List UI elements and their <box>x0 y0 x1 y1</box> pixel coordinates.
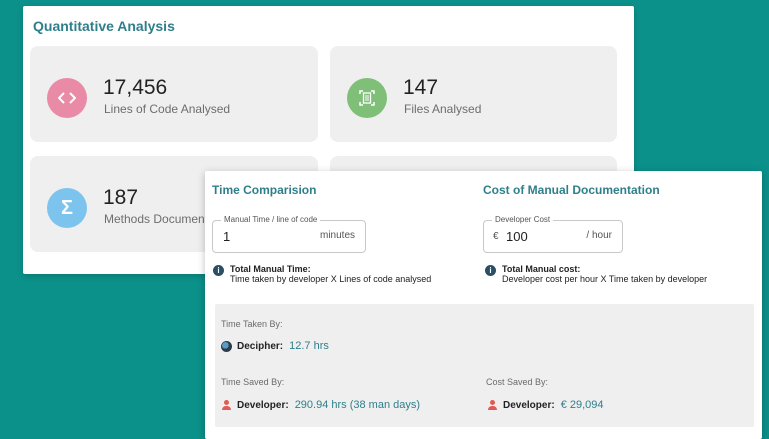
manual-time-field[interactable]: Manual Time / line of code 1 minutes <box>212 215 366 253</box>
methods-documented-label: Methods Documented <box>104 212 222 226</box>
lines-of-code-label: Lines of Code Analysed <box>104 102 231 116</box>
developer-cost-label: Developer Cost <box>492 215 554 224</box>
info-icon: i <box>213 265 224 276</box>
total-manual-time-text: Time taken by developer X Lines of code … <box>230 274 432 284</box>
developer-cost-field[interactable]: Developer Cost € 100 / hour <box>483 215 623 253</box>
time-saved-label: Time Saved By: <box>221 377 285 387</box>
total-manual-cost-title: Total Manual cost: <box>502 264 581 274</box>
manual-time-value[interactable]: 1 <box>223 229 230 244</box>
time-taken-value: 12.7 hrs <box>289 340 329 352</box>
summary-panel: Time Taken By: Decipher: 12.7 hrs Time S… <box>215 304 754 427</box>
cost-saved-value: € 29,094 <box>560 399 604 411</box>
cost-saved-label: Cost Saved By: <box>486 377 549 387</box>
decipher-logo-icon <box>221 340 232 352</box>
cost-documentation-title: Cost of Manual Documentation <box>483 183 660 197</box>
file-icon <box>347 78 387 118</box>
developer-cost-value[interactable]: 100 <box>506 229 528 244</box>
total-manual-cost-text: Developer cost per hour X Time taken by … <box>502 274 708 284</box>
total-manual-time-info: i Total Manual Time: Time taken by devel… <box>213 264 431 284</box>
sigma-icon: Σ <box>47 188 87 228</box>
stat-files-analysed: 147 Files Analysed <box>330 46 617 142</box>
code-icon <box>47 78 87 118</box>
files-analysed-label: Files Analysed <box>404 102 482 116</box>
person-icon <box>487 399 498 411</box>
developer-label: Developer: <box>237 399 289 411</box>
time-saved-value: 290.94 hrs (38 man days) <box>294 399 421 411</box>
manual-time-unit: minutes <box>319 230 355 241</box>
decipher-label: Decipher: <box>237 340 284 352</box>
time-taken-row: Decipher: 12.7 hrs <box>221 340 329 352</box>
developer-label: Developer: <box>503 399 555 411</box>
manual-time-label: Manual Time / line of code <box>221 215 321 224</box>
info-icon: i <box>485 265 496 276</box>
cost-saved-row: Developer: € 29,094 <box>487 399 604 411</box>
methods-documented-value: 187 <box>103 186 139 209</box>
currency-symbol: € <box>493 231 499 242</box>
time-comparison-title: Time Comparision <box>212 183 317 197</box>
total-manual-cost-info: i Total Manual cost: Developer cost per … <box>485 264 707 284</box>
total-manual-time-title: Total Manual Time: <box>230 264 311 274</box>
lines-of-code-value: 17,456 <box>103 76 168 99</box>
developer-cost-unit: / hour <box>586 230 612 241</box>
files-analysed-value: 147 <box>403 76 439 99</box>
time-cost-card: Time Comparision Cost of Manual Document… <box>205 171 762 439</box>
person-icon <box>221 399 232 411</box>
time-taken-label: Time Taken By: <box>221 319 283 329</box>
stat-lines-of-code: 17,456 Lines of Code Analysed <box>30 46 318 142</box>
quantitative-analysis-title: Quantitative Analysis <box>33 18 175 34</box>
time-saved-row: Developer: 290.94 hrs (38 man days) <box>221 399 420 411</box>
